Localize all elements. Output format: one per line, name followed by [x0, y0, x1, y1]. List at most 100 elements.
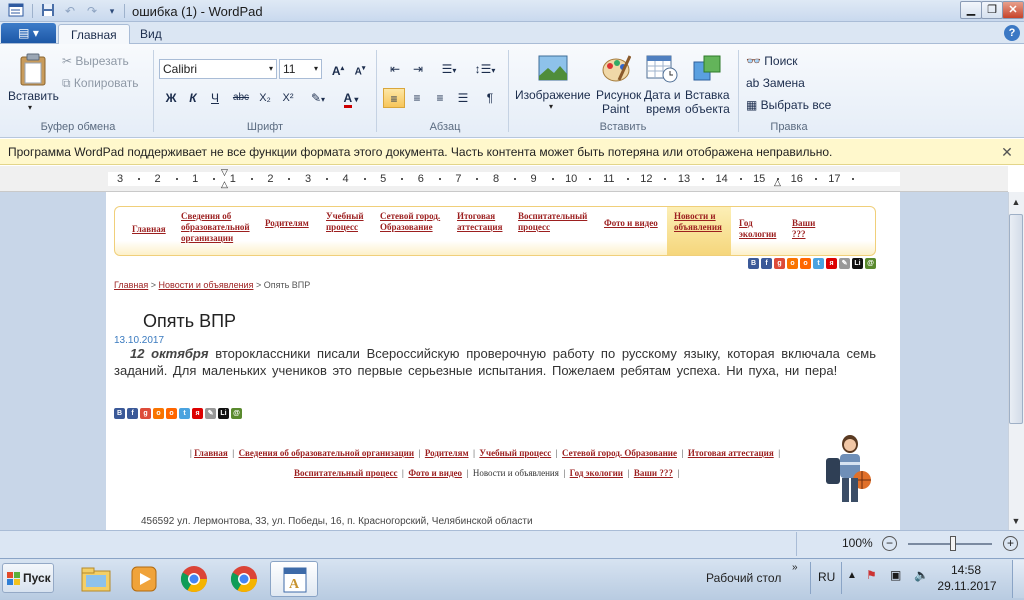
line-spacing-button[interactable]: ↕☰▾ [470, 59, 500, 79]
site-nav-item[interactable]: Главная [132, 224, 177, 235]
site-nav-item[interactable]: Воспитательный процесс [518, 211, 598, 233]
align-left-button[interactable]: ≡ [383, 88, 405, 108]
scroll-down-icon[interactable]: ▼ [1008, 513, 1024, 529]
site-nav-item[interactable]: Учебный процесс [326, 211, 371, 233]
breadcrumb-news-link[interactable]: Новости и объявления [159, 280, 254, 290]
bullet-list-button[interactable]: ☰▾ [434, 59, 464, 79]
paragraph-settings-button[interactable]: ¶ [479, 88, 501, 108]
help-icon[interactable]: ? [1004, 25, 1020, 41]
share-icon[interactable]: Li [218, 408, 229, 419]
share-icon[interactable]: B [114, 408, 125, 419]
italic-button[interactable]: К [182, 88, 204, 108]
shrink-font-button[interactable]: A▾ [349, 59, 371, 79]
redo-icon[interactable]: ↷ [84, 3, 100, 19]
underline-button[interactable]: Ч [204, 88, 226, 108]
toolbar-expand-icon[interactable]: » [792, 562, 798, 573]
share-icon[interactable]: o [153, 408, 164, 419]
footer-nav-link[interactable]: Сетевой город. Образование [562, 448, 677, 458]
paste-dropdown-icon[interactable]: ▾ [28, 103, 32, 112]
paint-drawing-button[interactable]: Рисунок Paint [594, 52, 641, 116]
footer-nav-link[interactable]: Воспитательный процесс [294, 468, 398, 478]
zoom-slider-thumb[interactable] [950, 536, 956, 551]
font-size-select[interactable]: 11 ▾ [279, 59, 322, 79]
first-line-indent-marker[interactable]: ▽ [221, 168, 228, 177]
justify-button[interactable]: ☰ [452, 88, 474, 108]
share-icon[interactable]: g [774, 258, 785, 269]
share-icon[interactable]: f [127, 408, 138, 419]
desktop-toolbar-label[interactable]: Рабочий стол [706, 571, 781, 585]
select-all-button[interactable]: ▦ Выбрать все [746, 98, 831, 112]
align-center-button[interactable]: ≡ [406, 88, 428, 108]
taskbar-chrome-2[interactable] [220, 561, 268, 597]
volume-icon[interactable]: 🔈 [914, 568, 929, 582]
clock-date[interactable]: 29.11.2017 [934, 579, 1000, 593]
right-indent-marker[interactable]: △ [774, 178, 781, 187]
share-icon[interactable]: g [140, 408, 151, 419]
share-icon[interactable]: @ [865, 258, 876, 269]
replace-button[interactable]: ab Замена [746, 76, 805, 90]
share-icon[interactable]: ✎ [205, 408, 216, 419]
increase-indent-button[interactable]: ⇥ [407, 59, 429, 79]
scroll-up-icon[interactable]: ▲ [1008, 194, 1024, 210]
share-icon[interactable]: o [800, 258, 811, 269]
device-icon[interactable]: ▣ [890, 568, 901, 582]
undo-icon[interactable]: ↶ [62, 3, 78, 19]
share-icon[interactable]: f [761, 258, 772, 269]
share-icon[interactable]: ✎ [839, 258, 850, 269]
file-menu-button[interactable]: ▤ ▾ [1, 23, 56, 43]
breadcrumb-home-link[interactable]: Главная [114, 280, 148, 290]
site-nav-item[interactable]: Сведения об образовательной организации [181, 211, 261, 244]
align-right-button[interactable]: ≡ [429, 88, 451, 108]
cut-button[interactable]: ✂ Вырезать [62, 54, 129, 68]
input-language[interactable]: RU [818, 570, 835, 584]
text-color-button[interactable]: A ▾ [336, 88, 366, 108]
site-nav-item[interactable]: Новости и объявления [674, 211, 729, 233]
footer-nav-link[interactable]: Фото и видео [408, 468, 462, 478]
footer-nav-link[interactable]: Учебный процесс [479, 448, 551, 458]
footer-nav-link[interactable]: Главная [194, 448, 228, 458]
date-time-button[interactable]: Дата и время [642, 52, 682, 116]
footer-nav-link[interactable]: Ваши ??? [634, 468, 673, 478]
insert-image-button[interactable]: Изображение ▾ [514, 52, 592, 116]
footer-nav-link[interactable]: Родителям [425, 448, 469, 458]
strikethrough-button[interactable]: abc [230, 88, 252, 108]
save-icon[interactable] [40, 3, 56, 19]
superscript-button[interactable]: X² [277, 88, 299, 108]
customize-quick-access-icon[interactable]: ▾ [104, 3, 120, 19]
show-hidden-icons-icon[interactable]: ▲ [847, 570, 857, 581]
minimize-button[interactable]: ▁ [960, 1, 982, 19]
show-desktop-button[interactable] [1012, 560, 1024, 598]
site-nav-item[interactable]: Фото и видео [604, 218, 664, 229]
clock-time[interactable]: 14:58 [942, 563, 990, 577]
highlight-color-button[interactable]: ✎▾ [305, 88, 331, 108]
share-icon[interactable]: я [192, 408, 203, 419]
left-indent-marker[interactable]: △ [221, 180, 228, 189]
tab-view[interactable]: Вид [128, 24, 174, 44]
grow-font-button[interactable]: A▴ [327, 59, 349, 79]
taskbar-wordpad[interactable]: A [270, 561, 318, 597]
tab-home[interactable]: Главная [58, 24, 130, 44]
bold-button[interactable]: Ж [160, 88, 182, 108]
wordpad-app-icon[interactable] [6, 3, 26, 19]
footer-nav-link[interactable]: Итоговая аттестация [688, 448, 774, 458]
share-icon[interactable]: t [179, 408, 190, 419]
site-nav-item[interactable]: Родителям [265, 218, 320, 229]
close-icon[interactable]: ✕ [998, 142, 1016, 162]
find-button[interactable]: 👓 Поиск [746, 54, 798, 68]
site-nav-item[interactable]: Год экологии [739, 218, 784, 240]
font-family-select[interactable]: Calibri ▾ [159, 59, 277, 79]
share-icon[interactable]: @ [231, 408, 242, 419]
taskbar-media-player[interactable] [120, 561, 168, 597]
zoom-out-icon[interactable]: − [882, 536, 897, 551]
insert-object-button[interactable]: Вставка объекта [684, 52, 732, 116]
taskbar-chrome-1[interactable] [170, 561, 218, 597]
scroll-thumb[interactable] [1009, 214, 1023, 424]
site-nav-item[interactable]: Сетевой город. Образование [380, 211, 452, 233]
site-nav-item[interactable]: Ваши ??? [792, 218, 828, 240]
share-icon[interactable]: o [787, 258, 798, 269]
taskbar-explorer[interactable] [72, 561, 120, 597]
close-button[interactable]: ✕ [1002, 1, 1024, 19]
decrease-indent-button[interactable]: ⇤ [384, 59, 406, 79]
footer-nav-link[interactable]: Сведения об образовательной организации [239, 448, 414, 458]
start-button[interactable]: Пуск [2, 563, 54, 593]
